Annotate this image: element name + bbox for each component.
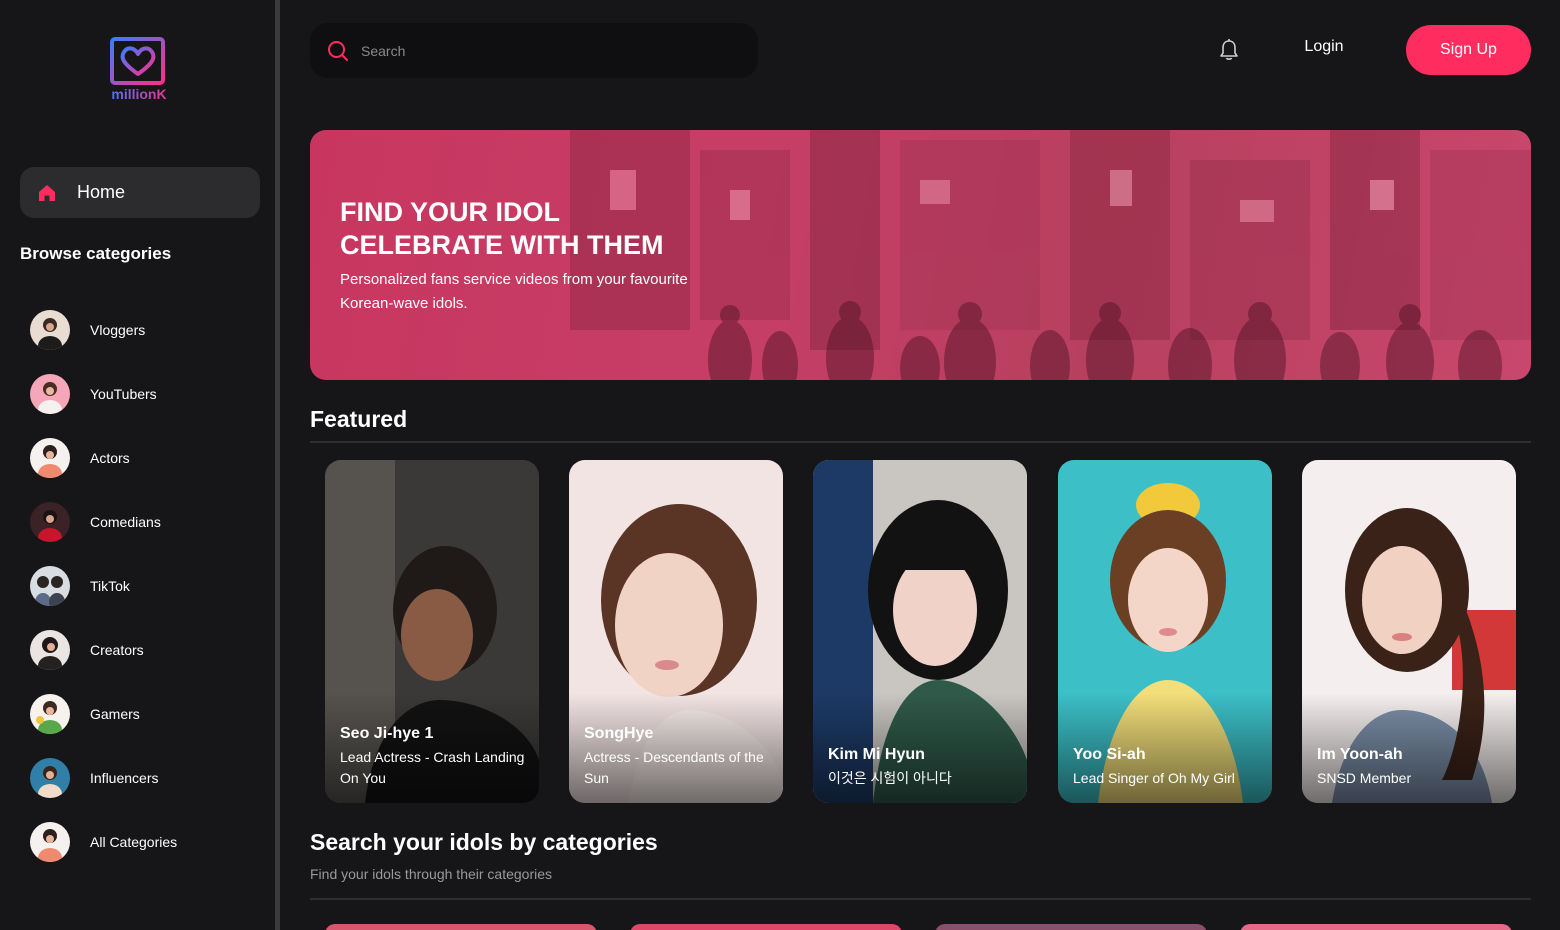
home-label: Home <box>77 182 126 202</box>
avatar <box>30 630 70 670</box>
category-label: Comedians <box>90 514 161 530</box>
featured-title: Featured <box>310 406 408 432</box>
featured-card[interactable]: Kim Mi Hyun 이것은 시험이 아니다 <box>813 460 1027 803</box>
featured-card[interactable]: Seo Ji-hye 1 Lead Actress - Crash Landin… <box>325 460 539 803</box>
card-text: SongHye Actress - Descendants of the Sun <box>584 725 771 789</box>
app-root: millionK Home Browse categories Vloggers… <box>0 0 1560 930</box>
category-label: Gamers <box>90 706 140 722</box>
category-list: Vloggers YouTubers Actors Comedians TikT… <box>30 298 177 874</box>
category-item-tiktok[interactable]: TikTok <box>30 554 177 618</box>
home-nav-button[interactable]: Home <box>20 167 260 218</box>
category-label: Creators <box>90 642 144 658</box>
brand-logo[interactable]: millionK <box>104 36 174 104</box>
avatar <box>30 758 70 798</box>
category-label: Influencers <box>90 770 159 786</box>
signup-button[interactable]: Sign Up <box>1406 25 1531 75</box>
sidebar-scrollbar[interactable] <box>275 0 280 930</box>
card-text: Kim Mi Hyun 이것은 시험이 아니다 <box>828 746 1015 789</box>
login-link[interactable]: Login <box>1296 38 1352 62</box>
avatar <box>30 374 70 414</box>
category-item-actors[interactable]: Actors <box>30 426 177 490</box>
category-item-creators[interactable]: Creators <box>30 618 177 682</box>
hero-banner: FIND YOUR IDOL CELEBRATE WITH THEM Perso… <box>310 130 1531 380</box>
card-name: Yoo Si-ah <box>1073 746 1146 763</box>
category-item-youtubers[interactable]: YouTubers <box>30 362 177 426</box>
avatar <box>30 438 70 478</box>
card-text: Seo Ji-hye 1 Lead Actress - Crash Landin… <box>340 725 527 789</box>
hero-title-line2: CELEBRATE WITH THEM <box>340 230 664 260</box>
card-role: Actress - Descendants of the Sun <box>584 749 764 786</box>
hero-title: FIND YOUR IDOL CELEBRATE WITH THEM <box>340 196 663 262</box>
avatar <box>30 822 70 862</box>
card-role: 이것은 시험이 아니다 <box>828 770 952 786</box>
card-role: Lead Actress - Crash Landing On You <box>340 749 525 786</box>
category-item-vloggers[interactable]: Vloggers <box>30 298 177 362</box>
bell-icon[interactable] <box>1218 38 1240 62</box>
hero-title-line1: FIND YOUR IDOL <box>340 197 561 227</box>
category-item-gamers[interactable]: Gamers <box>30 682 177 746</box>
featured-card[interactable]: SongHye Actress - Descendants of the Sun <box>569 460 783 803</box>
avatar <box>30 566 70 606</box>
categories-section-subtitle: Find your idols through their categories <box>310 866 553 882</box>
browse-categories-title: Browse categories <box>20 244 172 263</box>
avatar <box>30 694 70 734</box>
categories-section-title: Search your idols by categories <box>310 829 658 855</box>
category-label: Vloggers <box>90 322 146 338</box>
category-label: Actors <box>90 450 130 466</box>
avatar <box>30 310 70 350</box>
category-label: YouTubers <box>90 386 157 402</box>
card-text: Im Yoon-ah SNSD Member <box>1317 746 1504 789</box>
category-item-all[interactable]: All Categories <box>30 810 177 874</box>
card-name: Im Yoon-ah <box>1317 746 1403 763</box>
search-icon <box>328 40 348 61</box>
divider <box>310 441 1531 443</box>
heart-logo-icon <box>110 37 165 85</box>
featured-card[interactable]: Yoo Si-ah Lead Singer of Oh My Girl <box>1058 460 1272 803</box>
avatar <box>30 502 70 542</box>
category-item-influencers[interactable]: Influencers <box>30 746 177 810</box>
home-icon <box>39 184 55 201</box>
search-input[interactable] <box>361 42 721 59</box>
card-role: Lead Singer of Oh My Girl <box>1073 770 1235 786</box>
search-bar[interactable] <box>310 23 758 78</box>
card-text: Yoo Si-ah Lead Singer of Oh My Girl <box>1073 746 1260 789</box>
card-name: SongHye <box>584 725 654 742</box>
featured-card[interactable]: Im Yoon-ah SNSD Member <box>1302 460 1516 803</box>
card-name: Kim Mi Hyun <box>828 746 925 763</box>
sidebar: millionK Home Browse categories Vloggers… <box>0 0 276 930</box>
category-label: TikTok <box>90 578 130 594</box>
divider <box>310 898 1531 900</box>
category-item-comedians[interactable]: Comedians <box>30 490 177 554</box>
brand-name: millionK <box>104 86 174 102</box>
category-card[interactable] <box>630 924 902 930</box>
card-role: SNSD Member <box>1317 770 1412 786</box>
category-card[interactable] <box>1240 924 1512 930</box>
category-card[interactable] <box>325 924 597 930</box>
category-label: All Categories <box>90 834 178 850</box>
hero-subtitle: Personalized fans service videos from yo… <box>340 271 688 312</box>
card-name: Seo Ji-hye 1 <box>340 725 434 742</box>
category-card[interactable] <box>935 924 1207 930</box>
